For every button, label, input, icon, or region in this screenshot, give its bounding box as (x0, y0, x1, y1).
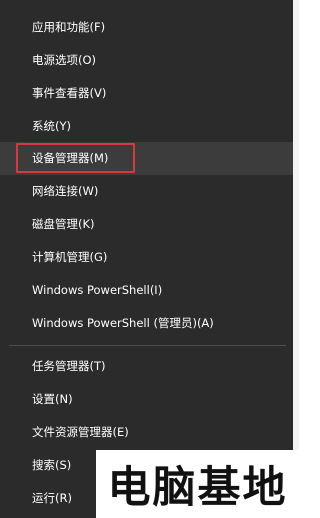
menu-item-disk-management[interactable]: 磁盘管理(K) (0, 208, 293, 241)
menu-item-windows-powershell-admin[interactable]: Windows PowerShell (管理员)(A) (0, 307, 293, 340)
watermark: 电脑基地 (96, 450, 299, 518)
watermark-text: 电脑基地 (107, 463, 288, 513)
background-edge (293, 0, 299, 518)
menu-item-file-explorer[interactable]: 文件资源管理器(E) (0, 416, 293, 449)
menu-item-computer-management[interactable]: 计算机管理(G) (0, 241, 293, 274)
menu-divider (9, 345, 286, 346)
menu-item-power-options[interactable]: 电源选项(O) (0, 44, 293, 77)
menu-item-windows-powershell[interactable]: Windows PowerShell(I) (0, 274, 293, 307)
menu-item-system[interactable]: 系统(Y) (0, 110, 293, 143)
menu-item-task-manager[interactable]: 任务管理器(T) (0, 350, 293, 383)
menu-item-apps-and-features[interactable]: 应用和功能(F) (0, 11, 293, 44)
menu-item-event-viewer[interactable]: 事件查看器(V) (0, 77, 293, 110)
menu-item-network-connections[interactable]: 网络连接(W) (0, 175, 293, 208)
menu-item-settings[interactable]: 设置(N) (0, 383, 293, 416)
red-highlight-box (16, 143, 135, 173)
power-user-menu: 应用和功能(F) 电源选项(O) 事件查看器(V) 系统(Y) 设备管理器(M)… (0, 0, 293, 518)
